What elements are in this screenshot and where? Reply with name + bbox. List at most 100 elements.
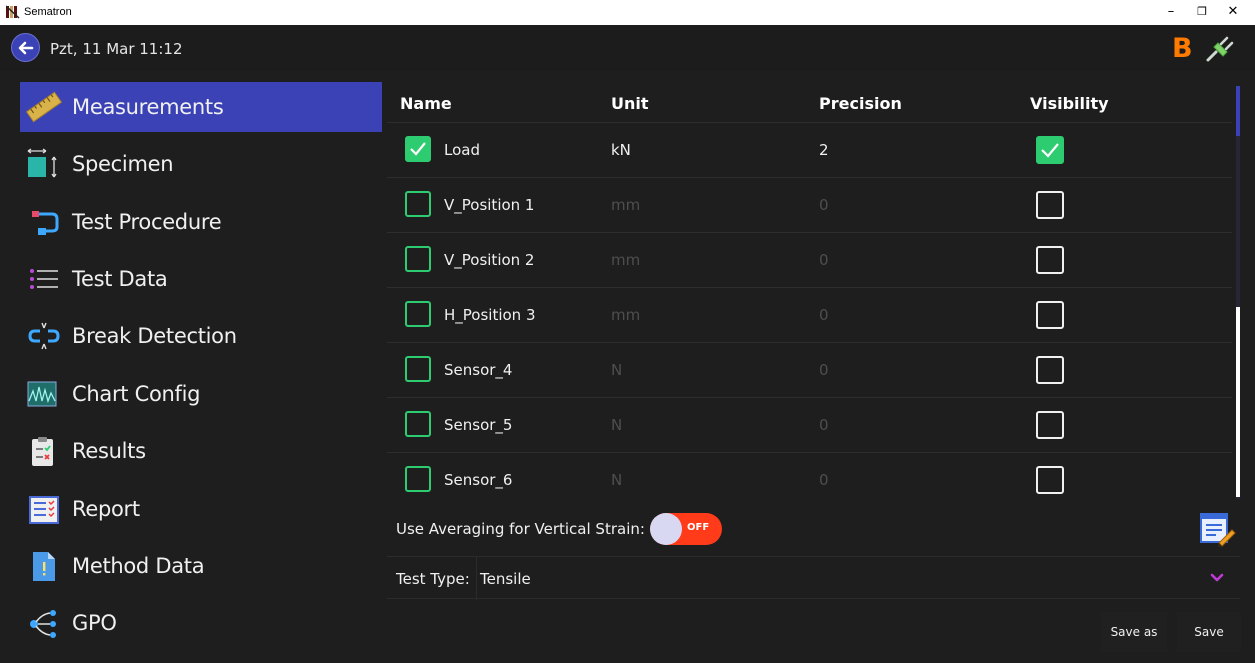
- checkmark-icon: [1041, 143, 1059, 158]
- visibility-checkbox[interactable]: [1036, 466, 1064, 494]
- chevron-down-icon: [1210, 573, 1224, 582]
- sidebar-item-results[interactable]: Results: [20, 426, 382, 476]
- report-icon: [29, 496, 59, 524]
- sidebar-item-chart-config[interactable]: Chart Config: [20, 369, 382, 419]
- window-titlebar: Sematron – ❐ ✕: [0, 0, 1255, 25]
- measurement-name: Sensor_5: [444, 416, 513, 434]
- sidebar-item-specimen[interactable]: Specimen: [20, 139, 382, 189]
- enable-checkbox[interactable]: [405, 136, 431, 162]
- ruler-icon: [26, 91, 62, 123]
- sidebar-item-label: Chart Config: [72, 382, 201, 406]
- unit-value: N: [611, 416, 623, 434]
- table-row: Sensor_4 N 0: [387, 342, 1232, 397]
- table-header: Name Unit Precision Visibility: [387, 82, 1240, 122]
- checkmark-icon: [410, 142, 426, 156]
- enable-checkbox[interactable]: [405, 466, 431, 492]
- sidebar-item-method-data[interactable]: Method Data: [20, 541, 382, 591]
- precision-value: 0: [819, 361, 829, 379]
- sidebar-item-test-data[interactable]: Test Data: [20, 254, 382, 304]
- precision-value: 0: [819, 416, 829, 434]
- document-icon: [33, 552, 55, 581]
- measurement-name: Sensor_4: [444, 361, 513, 379]
- unit-value: mm: [611, 251, 641, 269]
- sidebar-item-measurements[interactable]: Measurements: [20, 82, 382, 132]
- unit-value[interactable]: kN: [611, 141, 631, 159]
- table-row: Sensor_6 N 0: [387, 452, 1232, 497]
- connection-plug-icon[interactable]: [1205, 35, 1235, 63]
- test-type-value: Tensile: [480, 570, 531, 588]
- column-header-name: Name: [400, 94, 452, 113]
- break-link-icon: [28, 322, 60, 350]
- measurements-table: Name Unit Precision Visibility Load kN 2…: [387, 82, 1240, 497]
- app-logo-icon: [6, 5, 20, 19]
- precision-value: 0: [819, 306, 829, 324]
- specimen-icon: [27, 148, 57, 178]
- save-button[interactable]: Save: [1177, 612, 1241, 652]
- visibility-checkbox[interactable]: [1036, 356, 1064, 384]
- table-row: H_Position 3 mm 0: [387, 287, 1232, 342]
- enable-checkbox[interactable]: [405, 191, 431, 217]
- clipboard-icon: [32, 437, 53, 466]
- divider: [476, 557, 477, 600]
- measurement-name: H_Position 3: [444, 306, 536, 324]
- sidebar-item-label: Method Data: [72, 554, 205, 578]
- table-row: Sensor_5 N 0: [387, 397, 1232, 452]
- sidebar-item-label: Test Procedure: [72, 210, 222, 234]
- edit-list-icon[interactable]: [1199, 510, 1237, 548]
- toggle-state: OFF: [687, 522, 710, 533]
- status-b-icon[interactable]: B: [1172, 33, 1193, 64]
- sidebar-item-label: GPO: [72, 611, 117, 635]
- sidebar-item-report[interactable]: Report: [20, 484, 382, 534]
- enable-checkbox[interactable]: [405, 356, 431, 382]
- enable-checkbox[interactable]: [405, 246, 431, 272]
- visibility-checkbox[interactable]: [1036, 191, 1064, 219]
- save-as-button[interactable]: Save as: [1101, 612, 1167, 652]
- sidebar-item-label: Measurements: [72, 95, 224, 119]
- visibility-checkbox[interactable]: [1036, 136, 1064, 164]
- chart-icon: [27, 381, 57, 407]
- unit-value: mm: [611, 306, 641, 324]
- visibility-checkbox[interactable]: [1036, 246, 1064, 274]
- averaging-label: Use Averaging for Vertical Strain:: [396, 520, 645, 538]
- column-header-precision: Precision: [819, 94, 902, 113]
- table-scrollbar-thumb[interactable]: [1236, 307, 1240, 497]
- sidebar-item-label: Results: [72, 439, 146, 463]
- table-row: V_Position 1 mm 0: [387, 177, 1232, 232]
- measurement-name: V_Position 2: [444, 251, 535, 269]
- visibility-checkbox[interactable]: [1036, 301, 1064, 329]
- table-row: Load kN 2: [387, 122, 1232, 177]
- restore-button[interactable]: ❐: [1187, 2, 1217, 22]
- measurement-name: Sensor_6: [444, 471, 513, 489]
- visibility-checkbox[interactable]: [1036, 411, 1064, 439]
- precision-value[interactable]: 2: [819, 141, 829, 159]
- test-type-select[interactable]: Test Type: Tensile: [387, 556, 1240, 600]
- precision-value: 0: [819, 251, 829, 269]
- sidebar-item-test-procedure[interactable]: Test Procedure: [20, 197, 382, 247]
- window-title: Sematron: [24, 6, 72, 18]
- sidebar-item-gpo[interactable]: GPO: [20, 598, 382, 648]
- list-icon: [30, 269, 58, 289]
- sidebar-item-label: Report: [72, 497, 140, 521]
- column-header-unit: Unit: [611, 94, 649, 113]
- unit-value: N: [611, 361, 623, 379]
- enable-checkbox[interactable]: [405, 301, 431, 327]
- enable-checkbox[interactable]: [405, 411, 431, 437]
- measurement-name: V_Position 1: [444, 196, 535, 214]
- procedure-icon: [32, 211, 59, 235]
- scrollbar-top-indicator: [1236, 86, 1240, 136]
- averaging-toggle[interactable]: OFF: [650, 513, 722, 545]
- test-type-label: Test Type:: [396, 570, 470, 588]
- header-datetime: Pzt, 11 Mar 11:12: [50, 40, 183, 58]
- sidebar: Measurements Specimen Test Procedure Tes…: [0, 71, 385, 663]
- sidebar-item-break-detection[interactable]: Break Detection: [20, 311, 382, 361]
- minimize-button[interactable]: –: [1156, 2, 1186, 22]
- toggle-knob: [650, 513, 682, 545]
- precision-value: 0: [819, 196, 829, 214]
- sidebar-item-label: Break Detection: [72, 324, 237, 348]
- sidebar-item-label: Test Data: [72, 267, 168, 291]
- close-button[interactable]: ✕: [1218, 2, 1248, 22]
- back-button[interactable]: [11, 33, 40, 62]
- sidebar-item-label: Specimen: [72, 152, 174, 176]
- arrow-left-icon: [18, 41, 34, 55]
- unit-value: mm: [611, 196, 641, 214]
